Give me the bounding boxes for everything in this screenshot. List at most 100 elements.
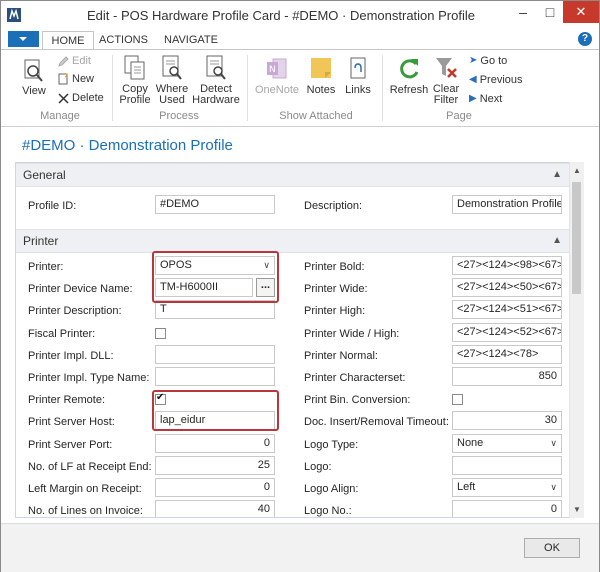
no-of-lines-on-invoice-field[interactable]: 40 — [155, 500, 275, 517]
title-bar: Edit - POS Hardware Profile Card - #DEMO… — [1, 1, 599, 30]
new-label: New — [72, 73, 95, 85]
print-bin-conversion-label: Print Bin. Conversion: — [304, 394, 411, 406]
scrollbar-thumb[interactable] — [572, 182, 581, 294]
close-button[interactable]: ✕ — [563, 1, 599, 23]
printer-wide-label: Printer Wide: — [304, 283, 368, 295]
fasttab-general[interactable]: General ▲ — [16, 163, 570, 187]
delete-x-icon — [58, 93, 69, 104]
printer-wide-high-label: Printer Wide / High: — [304, 328, 400, 340]
description-field[interactable]: Demonstration Profile — [452, 195, 562, 214]
logo-type-label: Logo Type: — [304, 439, 359, 451]
printer-bold-label: Printer Bold: — [304, 261, 365, 273]
group-show-attached-label: Show Attached — [279, 110, 353, 122]
printer-label: Printer: — [28, 261, 64, 273]
new-button[interactable]: New — [58, 72, 94, 86]
printer-wide-high-value: <27><124><52><67> — [457, 326, 562, 338]
logo-align-label: Logo Align: — [304, 483, 359, 495]
printer-high-field[interactable]: <27><124><51><67> — [452, 300, 562, 319]
page-title: #DEMO · Demonstration Profile — [22, 137, 233, 154]
refresh-icon — [400, 59, 419, 79]
copy-icon — [124, 55, 145, 80]
left-margin-on-receipt-label: Left Margin on Receipt: — [28, 483, 142, 495]
detect-hardware-label-2: Hardware — [192, 94, 240, 106]
links-button[interactable]: Links — [342, 56, 374, 96]
fasttab-general-title: General — [23, 168, 66, 182]
ribbon-separator — [382, 55, 383, 121]
detect-hardware-button[interactable]: Detect Hardware — [192, 55, 240, 106]
printer-impl-dll-label: Printer Impl. DLL: — [28, 350, 114, 362]
clear-filter-button[interactable]: Clear Filter — [430, 55, 462, 106]
help-icon[interactable]: ? — [578, 32, 592, 46]
links-label: Links — [345, 84, 371, 96]
go-to-label: Go to — [480, 55, 508, 67]
print-server-host-label: Print Server Host: — [28, 416, 115, 428]
printer-characterset-value: 850 — [538, 370, 557, 382]
chevron-down-icon: ∨ — [550, 482, 557, 492]
printer-bold-field[interactable]: <27><124><98><67> — [452, 256, 562, 275]
logo-no-value: 0 — [550, 503, 557, 515]
ok-button[interactable]: OK — [524, 538, 580, 558]
logo-align-value: Left — [457, 481, 476, 493]
copy-profile-button[interactable]: Copy Profile — [118, 55, 152, 106]
previous-label: Previous — [479, 74, 523, 86]
printer-bold-value: <27><124><98><67> — [457, 259, 562, 271]
printer-device-name-label: Printer Device Name: — [28, 283, 133, 295]
fiscal-printer-checkbox[interactable] — [155, 328, 166, 339]
scroll-down-icon[interactable]: ▼ — [573, 505, 581, 514]
no-of-lf-at-receipt-end-field[interactable]: 25 — [155, 456, 275, 475]
app-menu-button[interactable] — [8, 31, 39, 47]
onenote-label: OneNote — [255, 84, 300, 96]
no-of-lines-on-invoice-label: No. of Lines on Invoice: — [28, 505, 143, 517]
go-to-button[interactable]: ➤ Go to — [469, 54, 507, 68]
logo-align-select[interactable]: Left ∨ — [452, 478, 562, 497]
logo-type-select[interactable]: None ∨ — [452, 434, 562, 453]
next-button[interactable]: ▶ Next — [469, 92, 502, 106]
printer-description-value: T — [160, 303, 167, 315]
printer-characterset-field[interactable]: 850 — [452, 367, 562, 386]
printer-description-label: Printer Description: — [28, 305, 122, 317]
view-button[interactable]: View — [20, 59, 48, 97]
ribbon-separator — [247, 55, 248, 121]
clear-filter-label-2: Filter — [433, 94, 459, 106]
print-server-port-field[interactable]: 0 — [155, 434, 275, 453]
tab-actions[interactable]: ACTIONS — [96, 31, 151, 49]
profile-id-label: Profile ID: — [28, 200, 77, 212]
printer-normal-field[interactable]: <27><124><78> — [452, 345, 562, 364]
no-of-lines-on-invoice-value: 40 — [257, 503, 270, 515]
where-used-button[interactable]: Where Used — [155, 55, 189, 106]
scroll-up-icon[interactable]: ▲ — [573, 166, 581, 175]
logo-field[interactable] — [452, 456, 562, 475]
refresh-button[interactable]: Refresh — [389, 56, 429, 96]
previous-button[interactable]: ◀ Previous — [469, 73, 523, 87]
where-used-label-2: Used — [159, 94, 185, 106]
onenote-button[interactable]: N OneNote — [255, 56, 299, 96]
onenote-icon: N — [267, 58, 287, 79]
printer-wide-high-field[interactable]: <27><124><52><67> — [452, 323, 562, 342]
fasttab-printer[interactable]: Printer ▲ — [16, 229, 570, 253]
maximize-button[interactable]: □ — [537, 1, 563, 23]
vertical-scrollbar[interactable]: ▲ ▼ — [569, 162, 584, 518]
printer-impl-type-name-field[interactable] — [155, 367, 275, 386]
profile-id-field[interactable]: #DEMO — [155, 195, 275, 214]
left-margin-on-receipt-field[interactable]: 0 — [155, 478, 275, 497]
printer-wide-field[interactable]: <27><124><50><67> — [452, 278, 562, 297]
chevron-down-icon: ∨ — [550, 438, 557, 448]
printer-impl-dll-field[interactable] — [155, 345, 275, 364]
notes-button[interactable]: Notes — [305, 56, 337, 96]
printer-characterset-label: Printer Characterset: — [304, 372, 406, 384]
pencil-icon — [58, 55, 69, 67]
notes-label: Notes — [306, 84, 336, 96]
print-bin-conversion-checkbox[interactable] — [452, 394, 463, 405]
left-margin-on-receipt-value: 0 — [263, 481, 270, 493]
ribbon-separator — [112, 55, 113, 121]
dialog-footer — [1, 523, 599, 572]
print-server-port-value: 0 — [263, 437, 270, 449]
tab-home[interactable]: HOME — [42, 31, 94, 51]
edit-button[interactable]: Edit — [58, 54, 91, 68]
tab-navigate[interactable]: NAVIGATE — [159, 31, 223, 49]
doc-insert-removal-timeout-field[interactable]: 30 — [452, 411, 562, 430]
minimize-button[interactable]: – — [509, 1, 537, 23]
fasttab-printer-title: Printer — [23, 234, 59, 248]
logo-no-field[interactable]: 0 — [452, 500, 562, 517]
delete-button[interactable]: Delete — [58, 91, 104, 105]
